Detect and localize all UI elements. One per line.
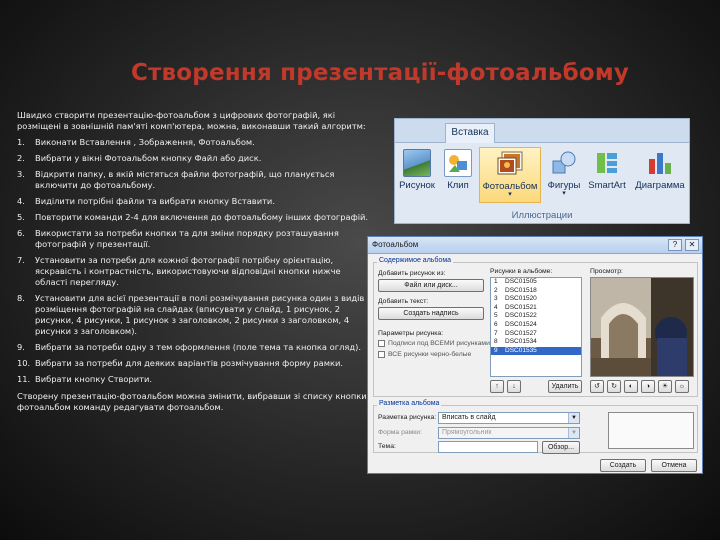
brightness-down-button[interactable]: ☼ bbox=[675, 380, 689, 393]
contrast-down-button[interactable]: ◑ bbox=[641, 380, 655, 393]
bw-checkbox[interactable] bbox=[378, 351, 385, 358]
step-item: 4. Виділити потрібні файли та вибрати кно… bbox=[17, 196, 275, 206]
remove-button[interactable]: Удалить bbox=[548, 380, 582, 393]
step-item: 5. Повторити команди 2-4 для включення до… bbox=[17, 212, 369, 222]
contrast-icon: ◐ bbox=[628, 383, 634, 390]
picture-options-label: Параметры рисунка: bbox=[378, 330, 444, 337]
album-layout-label: Разметка альбома bbox=[377, 400, 442, 407]
photoalbum-dialog: Фотоальбом ? ✕ Содержимое альбома Добави… bbox=[367, 236, 703, 474]
list-item[interactable]: 7 DSC01527 bbox=[491, 330, 581, 339]
insert-text-label: Добавить текст: bbox=[378, 298, 429, 305]
photoalbum-icon bbox=[496, 150, 524, 178]
contrast-up-button[interactable]: ◐ bbox=[624, 380, 638, 393]
create-button[interactable]: Создать bbox=[600, 459, 646, 472]
step-item: 9. Вибрати за потреби одну з тем оформлен… bbox=[17, 342, 361, 352]
dialog-title: Фотоальбом bbox=[372, 240, 419, 249]
clipart-icon bbox=[444, 149, 472, 177]
chart-button[interactable]: Диаграмма bbox=[631, 147, 689, 203]
outro-paragraph: Створену презентацію-фотоальбом можна зм… bbox=[17, 391, 367, 412]
step-item: 11. Вибрати кнопку Створити. bbox=[17, 374, 153, 384]
list-item[interactable]: 2 DSC01518 bbox=[491, 287, 581, 296]
file-disk-button[interactable]: Файл или диск... bbox=[378, 279, 484, 292]
chart-icon bbox=[646, 149, 674, 177]
close-button[interactable]: ✕ bbox=[685, 239, 699, 251]
help-button[interactable]: ? bbox=[668, 239, 682, 251]
preview-label: Просмотр: bbox=[590, 268, 623, 275]
rotate-left-icon: ↺ bbox=[594, 383, 600, 390]
shapes-icon bbox=[550, 149, 578, 177]
picture-icon bbox=[403, 149, 431, 177]
illustrations-group: Рисунок Клип Фотоальбом ▾ Фигуры ▾ Smart… bbox=[397, 147, 689, 205]
pictures-listbox[interactable]: 1 DSC01505 2 DSC01518 3 DSC01520 4 DSC01521 5 DSC… bbox=[490, 277, 582, 377]
bw-checkbox-row[interactable]: ВСЕ рисунки черно-белые bbox=[378, 351, 471, 358]
frame-shape-select[interactable]: Прямоугольник ▼ bbox=[438, 427, 580, 439]
picture-button[interactable]: Рисунок bbox=[397, 147, 437, 203]
photo-preview bbox=[590, 277, 694, 377]
brightness-up-button[interactable]: ☀ bbox=[658, 380, 672, 393]
list-item[interactable]: 6 DSC01524 bbox=[491, 321, 581, 330]
browse-button[interactable]: Обзор... bbox=[542, 441, 580, 454]
insert-from-label: Добавить рисунок из: bbox=[378, 270, 446, 277]
ribbon-tabbar: Вставка bbox=[395, 119, 689, 143]
list-item[interactable]: 8 DSC01534 bbox=[491, 338, 581, 347]
cancel-button[interactable]: Отмена bbox=[651, 459, 697, 472]
list-item[interactable]: 3 DSC01520 bbox=[491, 295, 581, 304]
new-text-button[interactable]: Создать надпись bbox=[378, 307, 484, 320]
dialog-titlebar: Фотоальбом ? ✕ bbox=[368, 237, 702, 254]
layout-preview bbox=[608, 412, 694, 449]
chevron-down-icon: ▼ bbox=[568, 428, 579, 438]
smartart-icon bbox=[593, 149, 621, 177]
arrow-down-icon: ↓ bbox=[512, 383, 516, 390]
intro-paragraph: Швидко створити презентацію-фотоальбом з… bbox=[17, 110, 366, 131]
step-item: 3. Відкрити папку, в якій містяться файли… bbox=[17, 169, 335, 190]
list-item[interactable]: 1 DSC01505 bbox=[491, 278, 581, 287]
album-content-label: Содержимое альбома bbox=[377, 257, 454, 264]
step-item: 8. Установити для всієї презентації в пол… bbox=[17, 293, 365, 336]
step-item: 1. Виконати Вставлення , Зображення, Фото… bbox=[17, 137, 255, 147]
theme-input[interactable] bbox=[438, 441, 538, 453]
clip-button[interactable]: Клип bbox=[441, 147, 475, 203]
list-item[interactable]: 5 DSC01522 bbox=[491, 312, 581, 321]
group-label: Иллюстрации bbox=[511, 210, 573, 221]
shapes-button[interactable]: Фигуры ▾ bbox=[545, 147, 583, 203]
move-down-button[interactable]: ↓ bbox=[507, 380, 521, 393]
smartart-button[interactable]: SmartArt bbox=[585, 147, 629, 203]
picture-layout-label: Разметка рисунка: bbox=[378, 414, 437, 421]
rotate-right-icon: ↻ bbox=[611, 383, 617, 390]
rotate-right-button[interactable]: ↻ bbox=[607, 380, 621, 393]
chevron-down-icon: ▼ bbox=[568, 413, 579, 423]
chevron-down-icon: ▾ bbox=[508, 191, 512, 198]
pictures-in-album-label: Рисунки в альбоме: bbox=[490, 268, 553, 275]
brightness-icon: ☼ bbox=[678, 383, 686, 390]
chevron-down-icon: ▾ bbox=[562, 190, 566, 197]
tab-insert[interactable]: Вставка bbox=[445, 123, 495, 143]
move-up-button[interactable]: ↑ bbox=[490, 380, 504, 393]
preview-photo-image bbox=[591, 278, 693, 376]
rotate-left-button[interactable]: ↺ bbox=[590, 380, 604, 393]
captions-checkbox-row[interactable]: Подписи под ВСЕМИ рисунками bbox=[378, 340, 490, 347]
brightness-icon: ☀ bbox=[661, 383, 669, 390]
frame-shape-label: Форма рамки: bbox=[378, 429, 422, 436]
step-item: 2. Вибрати у вікні Фотоальбом кнопку Файл… bbox=[17, 153, 262, 163]
theme-label: Тема: bbox=[378, 443, 396, 450]
list-item[interactable]: 9 DSC01535 bbox=[491, 346, 581, 356]
photoalbum-button[interactable]: Фотоальбом ▾ bbox=[479, 147, 541, 203]
steps-list: 1. Виконати Вставлення , Зображення, Фото… bbox=[17, 137, 369, 385]
step-item: 10. Вибрати за потреби для деяких варіант… bbox=[17, 358, 344, 368]
picture-layout-select[interactable]: Вписать в слайд ▼ bbox=[438, 412, 580, 424]
list-item[interactable]: 4 DSC01521 bbox=[491, 304, 581, 313]
step-item: 7. Установити за потреби для кожної фотог… bbox=[17, 255, 341, 287]
captions-checkbox[interactable] bbox=[378, 340, 385, 347]
insert-ribbon: Вставка Рисунок Клип Фотоальбом ▾ Фигуры… bbox=[394, 118, 690, 224]
arrow-up-icon: ↑ bbox=[495, 383, 499, 390]
step-item: 6. Використати за потреби кнопки та для з… bbox=[17, 228, 339, 249]
contrast-icon: ◑ bbox=[645, 383, 651, 390]
slide-title: Створення презентації-фотоальбому bbox=[130, 60, 630, 86]
instructions-text: Швидко створити презентацію-фотоальбом з… bbox=[17, 110, 369, 413]
